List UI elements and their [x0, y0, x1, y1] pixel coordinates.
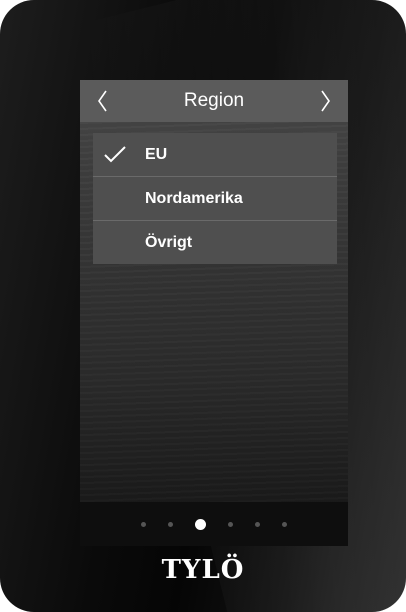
page-title: Region: [183, 90, 245, 111]
region-option-ovrigt[interactable]: Övrigt: [93, 220, 337, 264]
region-list: EU Nordamerika Övrigt: [93, 133, 337, 264]
next-button[interactable]: [308, 80, 344, 122]
page-dot[interactable]: [168, 521, 173, 527]
page-dot[interactable]: [228, 521, 233, 527]
tylo-logo: TYLÖ: [161, 555, 245, 585]
control-panel-device: Region EU Nordamerika Övrigt TYLÖ: [0, 0, 406, 612]
region-option-eu[interactable]: EU: [93, 133, 337, 176]
page-indicator: [80, 502, 348, 546]
page-dot[interactable]: [282, 521, 287, 527]
page-dot-active[interactable]: [195, 518, 206, 530]
checkmark-icon: [104, 146, 126, 163]
page-dot[interactable]: [255, 521, 260, 527]
region-option-label: EU: [145, 146, 168, 163]
region-option-label: Nordamerika: [145, 190, 243, 207]
page-dot[interactable]: [141, 521, 146, 527]
previous-button[interactable]: [84, 80, 120, 122]
touch-screen: Region EU Nordamerika Övrigt: [80, 80, 348, 546]
chevron-right-icon: [321, 90, 330, 112]
region-option-nordamerika[interactable]: Nordamerika: [93, 176, 337, 220]
header-bar: Region: [80, 80, 348, 122]
region-option-label: Övrigt: [145, 234, 193, 251]
chevron-left-icon: [98, 90, 107, 112]
